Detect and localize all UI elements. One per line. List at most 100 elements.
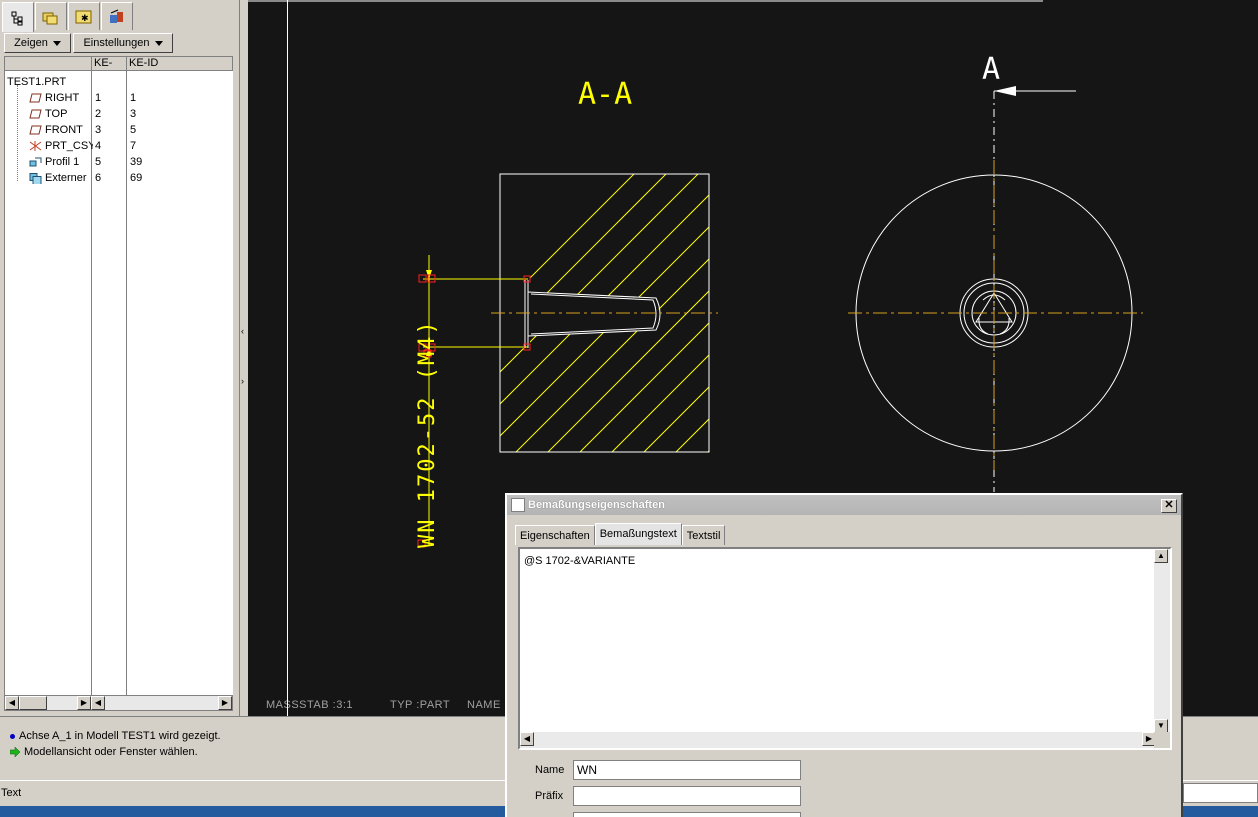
scroll-thumb[interactable] (19, 696, 47, 710)
datum-plane-icon (29, 125, 42, 135)
tree-item-profile[interactable]: Profil 1 5 39 (5, 154, 234, 170)
tree-item-nr: 5 (95, 156, 102, 168)
collapse-left-icon[interactable]: ‹ (241, 326, 244, 336)
tree-item-nr: 6 (95, 172, 102, 184)
suffix-field[interactable] (573, 812, 801, 817)
message-text: Modellansicht oder Fenster wählen. (24, 746, 198, 758)
message-line: Modellansicht oder Fenster wählen. (10, 746, 198, 758)
profile-icon (29, 157, 42, 167)
folder-icon (42, 12, 58, 24)
favorites-icon: ✱ (75, 10, 92, 24)
scale-status: MASSSTAB :3:1 (266, 699, 353, 711)
model-tree-icon (11, 11, 23, 25)
cut-label[interactable]: A (982, 52, 1000, 87)
expand-right-icon[interactable]: › (241, 376, 244, 386)
scroll-down-icon[interactable]: ▼ (1154, 719, 1168, 733)
svg-text:✱: ✱ (81, 14, 89, 24)
tools-icon (110, 9, 123, 23)
tree-item-prt-csys[interactable]: PRT_CSYS 4 7 (5, 138, 234, 154)
tree-item-id: 39 (130, 156, 143, 168)
command-bar-label: Text (1, 787, 22, 799)
close-icon[interactable]: ✕ (1161, 499, 1177, 513)
tree-item-nr: 3 (95, 124, 102, 136)
dimension-text-area[interactable]: @S 1702-&VARIANTE ▲ ▼ ◀ ▶ (518, 547, 1172, 750)
tree-root-label: TEST1.PRT (7, 76, 67, 88)
tree-item-label: Externer (45, 172, 87, 184)
scroll-right-icon[interactable]: ▶ (218, 696, 232, 710)
dimension-text-value[interactable]: @S 1702-&VARIANTE (524, 555, 635, 567)
tree-item-id: 5 (130, 124, 137, 136)
scroll-left-icon[interactable]: ◀ (520, 732, 534, 746)
tree-item-nr: 2 (95, 108, 102, 120)
name-field-row: Name WN (535, 760, 801, 780)
panel-splitter[interactable]: ‹ › (240, 0, 248, 716)
dimension-properties-dialog: Bemaßungseigenschaften ✕ Eigenschaften B… (505, 493, 1183, 817)
tree-item-label: TOP (45, 108, 68, 120)
tab-folder-browser[interactable] (35, 2, 67, 30)
command-input[interactable] (1183, 783, 1258, 803)
prefix-field-row: Präfix (535, 786, 801, 806)
tree-item-nr: 1 (95, 92, 102, 104)
name-field[interactable]: WN (573, 760, 801, 780)
message-line: Achse A_1 in Modell TEST1 wird gezeigt. (10, 730, 221, 742)
show-menu-button[interactable]: Zeigen (4, 33, 71, 53)
tree-item-nr: 4 (95, 140, 102, 152)
tab-model-tree[interactable] (2, 2, 34, 32)
tree-item-id: 7 (130, 140, 137, 152)
dialog-titlebar[interactable]: Bemaßungseigenschaften ✕ (507, 495, 1181, 515)
green-arrow-icon (10, 747, 20, 757)
canvas-divider (287, 0, 288, 716)
dimension-text[interactable]: WN 1702-52 (M4) (415, 319, 440, 548)
datum-plane-icon (29, 109, 42, 119)
scroll-up-icon[interactable]: ▲ (1154, 549, 1168, 563)
tree-item-front[interactable]: FRONT 3 5 (5, 122, 234, 138)
type-status: TYP :PART (390, 699, 451, 711)
tree-item-label: FRONT (45, 124, 83, 136)
scroll-left-icon[interactable]: ◀ (91, 696, 105, 710)
chevron-down-icon (52, 40, 61, 46)
tree-root[interactable]: TEST1.PRT (5, 74, 234, 90)
model-tree: TEST1.PRT RIGHT 1 1 TOP 2 3 FRONT 3 5 PR… (4, 71, 233, 695)
info-dot-icon (10, 733, 15, 739)
datum-plane-icon (29, 93, 42, 103)
tree-item-id: 1 (130, 92, 137, 104)
show-menu-label: Zeigen (14, 37, 48, 49)
settings-menu-label: Einstellungen (83, 37, 150, 49)
dialog-tabs: Eigenschaften Bemaßungstext Textstil (515, 523, 726, 545)
tree-item-top[interactable]: TOP 2 3 (5, 106, 234, 122)
tab-dimension-text[interactable]: Bemaßungstext (594, 523, 682, 545)
tree-column-header: KE-Nr. KE-ID (4, 56, 233, 82)
prefix-field[interactable] (573, 786, 801, 806)
tree-item-external[interactable]: Externer 6 69 (5, 170, 234, 186)
tab-properties[interactable]: Eigenschaften (515, 525, 595, 545)
tree-item-label: RIGHT (45, 92, 80, 104)
column-header-id[interactable]: KE-ID (127, 57, 232, 70)
tree-horizontal-scrollbar[interactable]: ◀ ▶ ◀ ▶ (4, 695, 233, 711)
text-vertical-scrollbar[interactable]: ▲ ▼ (1154, 549, 1170, 734)
scroll-right-icon[interactable]: ▶ (77, 696, 91, 710)
tab-connections[interactable] (101, 2, 133, 30)
scroll-left-icon[interactable]: ◀ (5, 696, 19, 710)
dialog-title: Bemaßungseigenschaften (528, 499, 665, 511)
text-horizontal-scrollbar[interactable]: ◀ ▶ (520, 732, 1156, 748)
tree-item-right[interactable]: RIGHT 1 1 (5, 90, 234, 106)
navigator-tabs: ✱ (2, 2, 134, 32)
column-header-nr[interactable]: KE-Nr. (92, 57, 127, 82)
settings-menu-button[interactable]: Einstellungen (73, 33, 173, 53)
message-text: Achse A_1 in Modell TEST1 wird gezeigt. (19, 730, 221, 742)
external-icon (29, 173, 42, 184)
prefix-label: Präfix (535, 790, 564, 802)
tab-text-style[interactable]: Textstil (681, 525, 726, 545)
csys-icon (29, 141, 42, 151)
section-label[interactable]: A-A (578, 77, 632, 112)
tree-item-id: 69 (130, 172, 143, 184)
chevron-down-icon (154, 40, 163, 46)
tree-item-label: Profil 1 (45, 156, 80, 168)
suffix-field-row (535, 812, 801, 817)
hatch-pattern (500, 174, 709, 452)
tree-item-label: PRT_CSYS (45, 140, 93, 152)
column-header-name[interactable] (5, 57, 92, 70)
dialog-icon (511, 498, 525, 512)
tab-favorites[interactable]: ✱ (68, 2, 100, 30)
tree-item-id: 3 (130, 108, 137, 120)
